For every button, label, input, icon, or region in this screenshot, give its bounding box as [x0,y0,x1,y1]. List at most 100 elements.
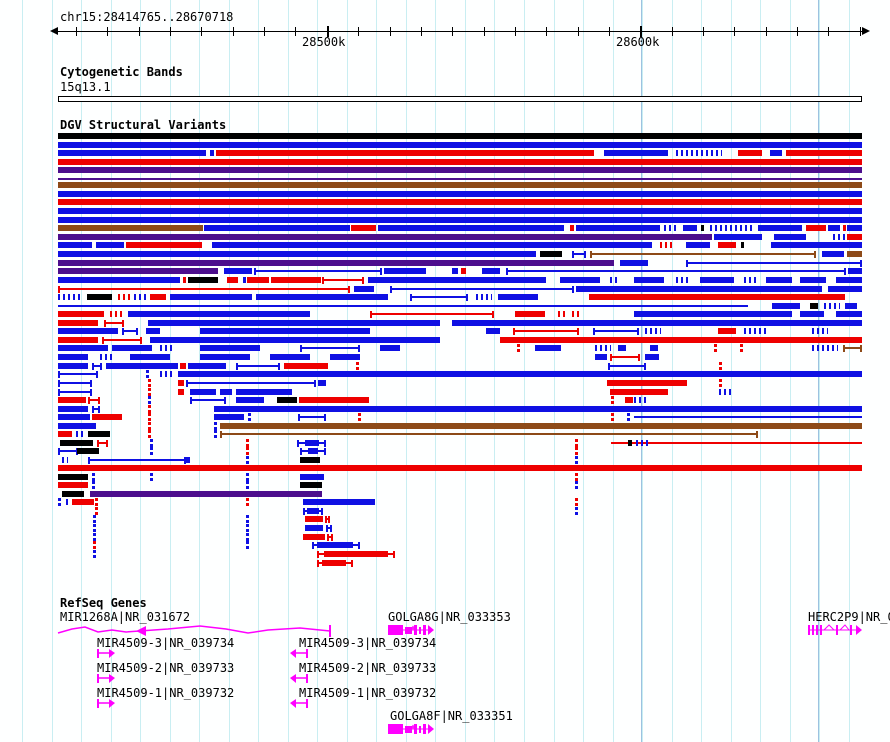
variant-end-tick[interactable] [102,337,104,344]
variant-segment[interactable] [150,294,166,300]
variant-end-tick[interactable] [98,406,100,413]
variant-segment[interactable] [284,363,328,369]
variant-segment[interactable] [828,225,840,231]
variant-bracket-line[interactable] [686,262,862,264]
variant-segment[interactable] [847,234,862,240]
variant-end-tick[interactable] [303,508,305,515]
variant-tick-cluster[interactable] [110,311,124,317]
variant-dashed-mark[interactable] [148,430,151,439]
variant-end-tick[interactable] [236,363,238,370]
variant-segment[interactable] [214,406,862,412]
variant-end-tick[interactable] [326,525,328,532]
variant-segment[interactable] [380,345,400,351]
variant-end-tick[interactable] [278,363,280,370]
variant-bracket-line[interactable] [102,339,142,341]
variant-segment[interactable] [686,242,710,248]
gene-exon-glyph[interactable] [836,625,838,635]
variant-segment[interactable] [300,482,322,488]
variant-segment[interactable] [758,225,802,231]
gene-exon-glyph[interactable] [423,724,426,734]
variant-segment[interactable] [303,499,375,505]
variant-segment[interactable] [618,345,626,351]
variant-segment[interactable] [540,251,562,257]
gene-exon-glyph[interactable] [419,627,421,634]
variant-segment[interactable] [58,217,862,223]
variant-tick-cluster[interactable] [812,328,828,334]
gene-exon-glyph[interactable] [411,724,415,730]
variant-segment[interactable] [58,242,92,248]
variant-tick-cluster[interactable] [76,431,84,437]
variant-segment[interactable] [770,150,782,156]
variant-bracket-line[interactable] [513,330,579,332]
variant-segment[interactable] [806,225,826,231]
mir-arrow-left-icon[interactable] [290,674,296,683]
gene-exon-glyph[interactable] [411,625,415,631]
variant-segment[interactable] [58,268,218,274]
gene-strand-arrow-right-icon[interactable] [856,625,862,635]
variant-segment[interactable] [146,328,160,334]
variant-segment[interactable] [610,389,668,395]
variant-segment[interactable] [452,268,458,274]
variant-segment[interactable] [170,294,252,300]
variant-segment[interactable] [589,294,845,300]
gene-exon-glyph[interactable] [812,625,814,635]
variant-tick-cluster[interactable] [476,294,492,300]
variant-segment[interactable] [58,354,88,360]
variant-segment[interactable] [58,208,862,214]
variant-bracket-line[interactable] [300,347,360,349]
variant-bracket-line[interactable] [236,365,280,367]
variant-tick-cluster[interactable] [676,150,722,156]
variant-segment[interactable] [112,345,152,351]
variant-segment[interactable] [87,294,112,300]
variant-end-tick[interactable] [312,542,314,549]
variant-segment[interactable] [300,474,324,480]
variant-dashed-mark[interactable] [719,362,722,371]
variant-end-tick[interactable] [410,294,412,301]
variant-segment[interactable] [378,225,564,231]
variant-end-tick[interactable] [140,337,142,344]
variant-end-tick[interactable] [756,431,758,438]
variant-segment[interactable] [183,277,186,283]
mir-arrow-left-icon[interactable] [290,699,296,708]
variant-segment[interactable] [701,225,704,231]
variant-segment[interactable] [322,560,346,566]
variant-line[interactable] [58,305,748,307]
gene-label[interactable]: MIR4509-3|NR_039734 [97,637,234,650]
variant-dashed-mark[interactable] [246,515,249,524]
variant-dashed-mark[interactable] [246,524,249,533]
variant-segment[interactable] [683,225,697,231]
variant-segment[interactable] [848,268,862,274]
variant-dashed-mark[interactable] [92,481,95,490]
variant-tick-cluster[interactable] [160,371,172,377]
variant-end-tick[interactable] [96,371,98,378]
variant-end-tick[interactable] [327,534,329,541]
gene-exon-glyph[interactable] [850,625,852,635]
variant-segment[interactable] [604,150,668,156]
variant-end-tick[interactable] [58,380,60,387]
variant-tick-cluster[interactable] [595,345,611,351]
variant-end-tick[interactable] [814,251,816,258]
variant-segment[interactable] [351,225,376,231]
variant-segment[interactable] [243,277,246,283]
variant-bracket-line[interactable] [590,253,816,255]
variant-dashed-mark[interactable] [575,481,578,490]
variant-segment[interactable] [58,182,862,188]
variant-segment[interactable] [576,286,822,292]
variant-end-tick[interactable] [88,397,90,404]
variant-segment[interactable] [299,397,369,403]
variant-segment[interactable] [200,354,250,360]
variant-tick-cluster[interactable] [744,328,766,334]
variant-end-tick[interactable] [90,380,92,387]
variant-bracket-line[interactable] [58,382,92,384]
variant-segment[interactable] [190,389,216,395]
variant-dashed-mark[interactable] [517,344,520,353]
variant-segment[interactable] [836,311,862,317]
mir-arrow-right-icon[interactable] [97,674,99,683]
variant-dashed-mark[interactable] [246,456,249,465]
variant-end-tick[interactable] [90,389,92,396]
variant-segment[interactable] [277,397,297,403]
variant-dashed-mark[interactable] [95,498,98,507]
variant-end-tick[interactable] [190,397,192,404]
variant-segment[interactable] [774,234,806,240]
variant-end-tick[interactable] [58,371,60,378]
